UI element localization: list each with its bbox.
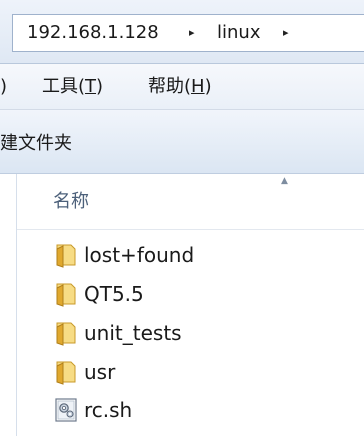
breadcrumb-linux[interactable]: linux	[217, 21, 260, 45]
menu-bar: ) 工具(T) 帮助(H)	[0, 64, 364, 110]
breadcrumb-ip[interactable]: 192.168.1.128	[27, 21, 159, 45]
list-item[interactable]: unit_tests	[50, 318, 350, 348]
toolbar: 建文件夹	[0, 110, 364, 174]
file-name: unit_tests	[84, 321, 182, 345]
breadcrumb-arrow-icon[interactable]: ▸	[283, 21, 289, 45]
folder-icon	[56, 361, 76, 385]
folder-icon	[56, 283, 76, 307]
menu-item-tools[interactable]: 工具(T)	[42, 75, 103, 99]
menu-help-accelerator: H	[191, 76, 205, 97]
file-name: lost+found	[84, 243, 195, 267]
breadcrumb-arrow-icon[interactable]: ▸	[189, 21, 195, 45]
menu-tools-accelerator: T	[85, 76, 97, 97]
list-item[interactable]: rc.sh	[50, 395, 350, 425]
explorer-window: 192.168.1.128 ▸ linux ▸ ) 工具(T) 帮助(H) 建文…	[0, 0, 364, 436]
folder-icon	[56, 322, 76, 346]
sort-ascending-icon: ▲	[281, 176, 288, 186]
menu-item-partial[interactable]: )	[0, 75, 7, 99]
file-name: QT5.5	[84, 282, 144, 306]
list-item[interactable]: lost+found	[50, 240, 350, 270]
file-name: usr	[84, 360, 116, 384]
list-item[interactable]: QT5.5	[50, 279, 350, 309]
column-header-name[interactable]: ▲ 名称	[17, 174, 364, 230]
new-folder-button[interactable]: 建文件夹	[0, 132, 72, 156]
menu-help-suffix: )	[204, 76, 212, 97]
folder-icon	[56, 244, 76, 268]
address-field[interactable]: 192.168.1.128 ▸ linux ▸	[12, 14, 364, 52]
menu-tools-label: 工具(	[42, 76, 86, 97]
file-name: rc.sh	[84, 398, 133, 422]
menu-item-help[interactable]: 帮助(H)	[148, 75, 212, 99]
list-item[interactable]: usr	[50, 357, 350, 387]
menu-tools-suffix: )	[96, 76, 104, 97]
column-header-label: 名称	[53, 191, 89, 212]
address-bar: 192.168.1.128 ▸ linux ▸	[0, 0, 364, 64]
menu-help-label: 帮助(	[148, 76, 192, 97]
script-file-icon	[55, 398, 77, 422]
